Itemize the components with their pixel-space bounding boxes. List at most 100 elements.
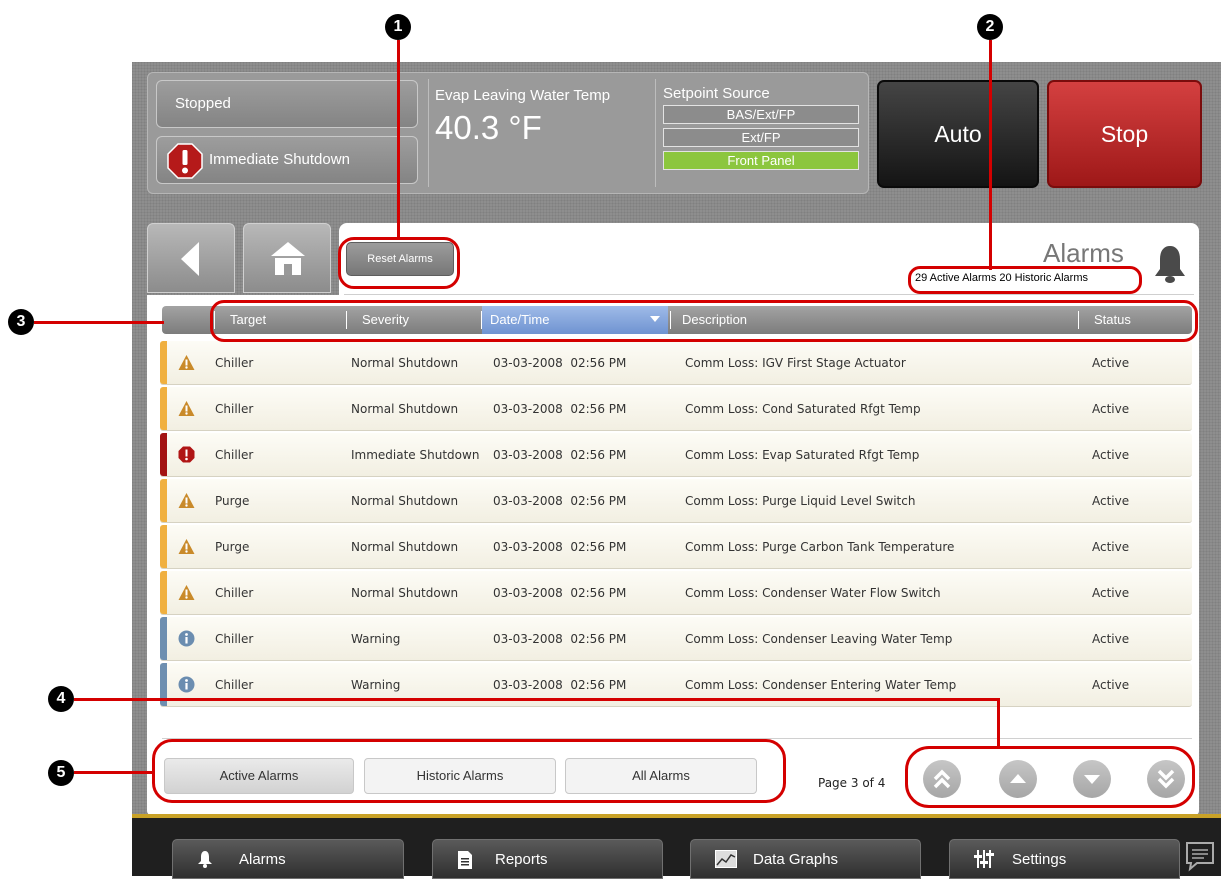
exclamation-octagon-icon	[167, 143, 203, 179]
double-chevron-down-icon	[1157, 769, 1175, 789]
cell-date-time: 03-03-2008 02:56 PM	[493, 356, 627, 370]
warning-triangle-icon	[178, 400, 195, 417]
operating-mode-button[interactable]: Stopped	[156, 80, 418, 128]
column-date-time-label: Date/Time	[490, 312, 550, 327]
reset-alarms-button[interactable]: Reset Alarms	[346, 242, 454, 276]
column-description[interactable]: Description	[682, 306, 747, 334]
cell-status: Active	[1092, 678, 1130, 692]
next-page-button[interactable]	[1073, 760, 1111, 798]
column-target[interactable]: Target	[230, 306, 266, 334]
cell-date-time: 03-03-2008 02:56 PM	[493, 586, 627, 600]
back-arrow-icon	[181, 242, 199, 276]
cell-description: Comm Loss: IGV First Stage Actuator	[685, 356, 906, 370]
double-chevron-up-icon	[933, 769, 951, 789]
nav-settings[interactable]: Settings	[949, 839, 1180, 879]
cell-date-time: 03-03-2008 02:56 PM	[493, 448, 627, 462]
warning-triangle-icon	[178, 492, 195, 509]
cell-severity: Normal Shutdown	[351, 356, 459, 370]
stop-button[interactable]: Stop	[1047, 80, 1202, 188]
table-row[interactable]: Chiller Immediate Shutdown 03-03-2008 02:5…	[160, 433, 1192, 477]
exclamation-octagon-icon	[178, 446, 195, 463]
cell-target: Chiller	[215, 402, 254, 416]
table-row[interactable]: Chiller Normal Shutdown 03-03-2008 02:56 P…	[160, 341, 1192, 385]
column-separator	[1078, 311, 1079, 329]
home-button[interactable]	[243, 223, 331, 293]
severity-indicator	[160, 617, 167, 660]
table-header: Target Severity Date/Time Description St…	[162, 306, 1192, 334]
cell-date-time: 03-03-2008 02:56 PM	[493, 632, 627, 646]
cell-description: Comm Loss: Evap Saturated Rfgt Temp	[685, 448, 920, 462]
column-severity[interactable]: Severity	[362, 306, 409, 334]
warning-triangle-icon	[178, 354, 195, 371]
column-separator	[214, 311, 215, 329]
severity-indicator	[160, 433, 167, 476]
cell-severity: Warning	[351, 632, 401, 646]
cell-description: Comm Loss: Condenser Leaving Water Temp	[685, 632, 953, 646]
sliders-icon	[974, 850, 994, 868]
filter-historic-alarms[interactable]: Historic Alarms	[364, 758, 556, 794]
nav-reports[interactable]: Reports	[432, 839, 663, 879]
callout-5-leader	[74, 771, 154, 774]
callout-2: 2	[977, 14, 1003, 40]
first-page-button[interactable]	[923, 760, 961, 798]
callout-1-leader	[397, 40, 400, 240]
warning-triangle-icon	[178, 584, 195, 601]
severity-indicator	[160, 387, 167, 430]
nav-data-graphs-label: Data Graphs	[753, 851, 839, 868]
cell-target: Purge	[215, 540, 250, 554]
cell-target: Chiller	[215, 632, 254, 646]
table-row[interactable]: Purge Normal Shutdown 03-03-2008 02:56 PM C…	[160, 525, 1192, 569]
column-status[interactable]: Status	[1094, 306, 1131, 334]
cell-description: Comm Loss: Purge Liquid Level Switch	[685, 494, 916, 508]
auto-button[interactable]: Auto	[877, 80, 1039, 188]
chat-bubble-icon[interactable]	[1183, 839, 1217, 873]
chiller-display: Stopped Immediate Shutdown Evap Leaving …	[132, 62, 1221, 879]
nav-alarms-label: Alarms	[239, 851, 286, 868]
shutdown-state-button[interactable]: Immediate Shutdown	[156, 136, 418, 184]
filter-all-alarms[interactable]: All Alarms	[565, 758, 757, 794]
table-row[interactable]: Chiller Warning 03-03-2008 02:56 PM Comm Lo…	[160, 617, 1192, 661]
table-row[interactable]: Purge Normal Shutdown 03-03-2008 02:56 PM C…	[160, 479, 1192, 523]
setpoint-option-ext[interactable]: Ext/FP	[663, 128, 859, 147]
cell-target: Chiller	[215, 356, 254, 370]
back-button[interactable]	[147, 223, 235, 293]
callout-4-leader-v	[997, 698, 1000, 748]
divider	[162, 738, 1192, 739]
cell-target: Chiller	[215, 448, 254, 462]
cell-status: Active	[1092, 402, 1130, 416]
setpoint-source-label: Setpoint Source	[663, 85, 770, 102]
last-page-button[interactable]	[1147, 760, 1185, 798]
caret-down-icon	[1084, 775, 1100, 784]
cell-status: Active	[1092, 632, 1130, 646]
page-title: Alarms	[1043, 238, 1124, 268]
divider	[344, 294, 1194, 295]
cell-status: Active	[1092, 540, 1130, 554]
page-indicator: Page 3 of 4	[818, 776, 886, 790]
previous-page-button[interactable]	[999, 760, 1037, 798]
setpoint-option-bas[interactable]: BAS/Ext/FP	[663, 105, 859, 124]
table-row[interactable]: Chiller Normal Shutdown 03-03-2008 02:56 P…	[160, 571, 1192, 615]
chart-icon	[715, 850, 737, 868]
cell-date-time: 03-03-2008 02:56 PM	[493, 402, 627, 416]
cell-status: Active	[1092, 586, 1130, 600]
nav-alarms[interactable]: Alarms	[172, 839, 404, 879]
filter-active-alarms[interactable]: Active Alarms	[164, 758, 354, 794]
cell-target: Purge	[215, 494, 250, 508]
table-row[interactable]: Chiller Normal Shutdown 03-03-2008 02:56 P…	[160, 387, 1192, 431]
callout-1: 1	[385, 14, 411, 40]
sort-descending-icon	[650, 316, 660, 322]
cell-severity: Normal Shutdown	[351, 586, 459, 600]
bell-icon	[1155, 246, 1185, 283]
severity-indicator	[160, 571, 167, 614]
setpoint-option-front-panel[interactable]: Front Panel	[663, 151, 859, 170]
cell-date-time: 03-03-2008 02:56 PM	[493, 540, 627, 554]
callout-4-leader-h	[74, 698, 999, 701]
evap-temp-value: 40.3 °F	[435, 109, 542, 146]
nav-data-graphs[interactable]: Data Graphs	[690, 839, 921, 879]
column-date-time[interactable]: Date/Time	[482, 306, 668, 334]
cell-target: Chiller	[215, 586, 254, 600]
nav-reports-label: Reports	[495, 851, 548, 868]
cell-severity: Normal Shutdown	[351, 494, 459, 508]
nav-settings-label: Settings	[1012, 851, 1067, 868]
status-panel: Stopped Immediate Shutdown Evap Leaving …	[147, 72, 869, 194]
